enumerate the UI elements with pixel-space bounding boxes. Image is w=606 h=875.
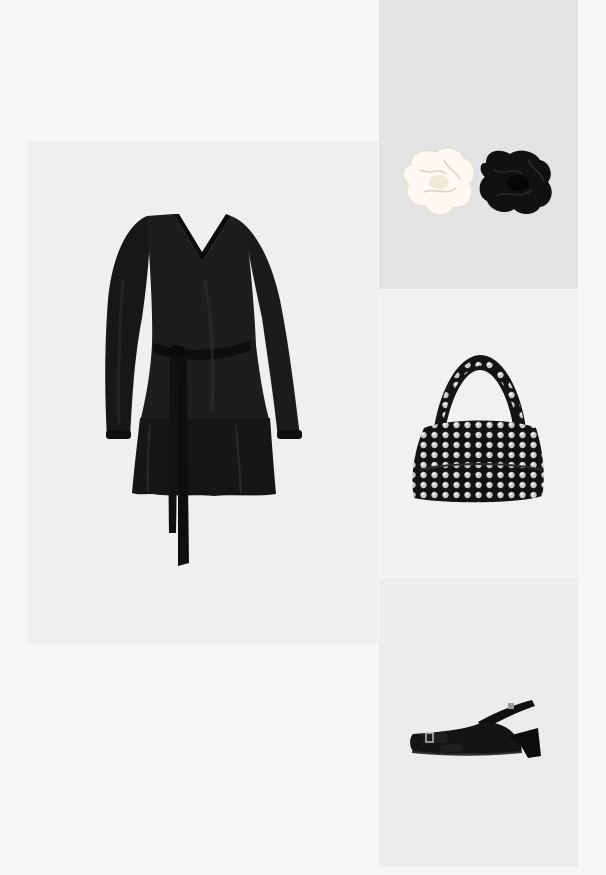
product-tile-scrunchies[interactable] [379, 0, 578, 289]
product-tile-dress[interactable] [28, 141, 378, 644]
product-tile-bag[interactable] [379, 290, 578, 577]
bag-image [412, 355, 544, 503]
scrunchies-image [402, 147, 552, 216]
product-tile-shoe[interactable] [379, 578, 578, 867]
shoe-image [410, 700, 541, 758]
dress-image [105, 214, 302, 566]
